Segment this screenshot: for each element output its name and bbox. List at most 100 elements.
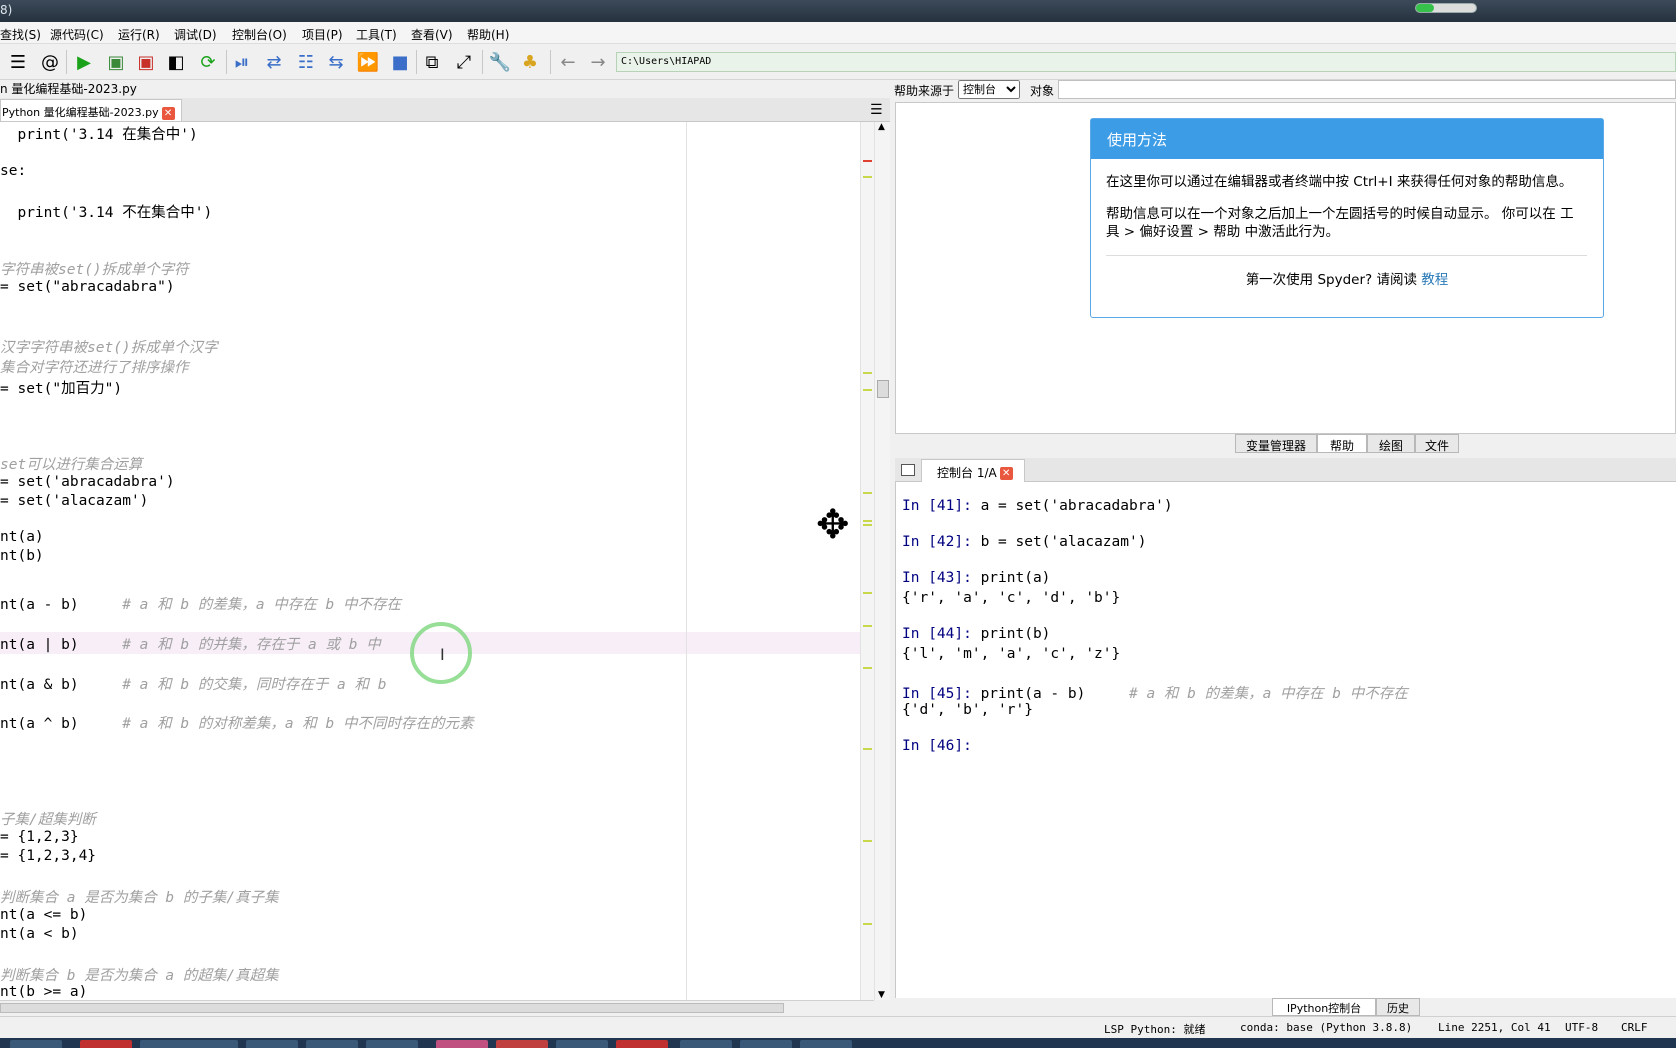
working-directory-input[interactable]: C:\Users\HIAPAD <box>616 52 1676 72</box>
tab-history[interactable]: 历史 <box>1376 998 1420 1016</box>
run-cell-advance-icon[interactable]: ▣ <box>134 50 158 74</box>
tab-help[interactable]: 帮助 <box>1317 434 1367 453</box>
python-path-icon[interactable]: ♣ <box>518 50 542 74</box>
maximize-pane-icon[interactable]: ⧉ <box>420 50 444 74</box>
debug-icon[interactable]: ⏯ <box>230 50 254 74</box>
menu-debug[interactable]: 调试(D) <box>174 26 217 43</box>
tab-variable-explorer[interactable]: 变量管理器 <box>1235 434 1317 453</box>
run-cell-icon[interactable]: ▣ <box>104 50 128 74</box>
editor-file-title: n 量化编程基础-2023.py <box>0 80 890 98</box>
loading-indicator <box>1415 3 1477 13</box>
console-tab[interactable]: 控制台 1/A ✕ <box>921 459 1025 482</box>
close-icon[interactable]: ✕ <box>161 106 175 120</box>
console-line: In [43]: print(a) <box>902 570 1051 586</box>
close-icon[interactable]: ✕ <box>999 467 1013 480</box>
console-options-icon[interactable] <box>901 464 915 476</box>
scroll-up-icon[interactable]: ▲ <box>878 122 885 132</box>
menu-help[interactable]: 帮助(H) <box>467 26 509 43</box>
editor-tab-label: Python 量化编程基础-2023.py <box>2 106 159 119</box>
console-output: {'r', 'a', 'c', 'd', 'b'} <box>902 590 1121 606</box>
code-line: 子集/超集判断 <box>0 812 96 828</box>
edge-line <box>686 122 687 1000</box>
code-line: set可以进行集合运算 <box>0 457 143 473</box>
help-object-label: 对象 <box>1030 84 1055 98</box>
console-line: In [42]: b = set('alacazam') <box>902 534 1147 550</box>
run-selection-icon[interactable]: ◧ <box>164 50 188 74</box>
step-icon[interactable]: ⇄ <box>262 50 286 74</box>
code-line: = {1,2,3} <box>0 829 79 845</box>
help-source-select[interactable]: 控制台 <box>958 80 1020 99</box>
menu-project[interactable]: 项目(P) <box>302 26 343 43</box>
continue-icon[interactable]: ⏩ <box>356 50 380 74</box>
at-icon[interactable]: @ <box>38 50 62 74</box>
usage-card: 使用方法 在这里你可以通过在编辑器或者终端中按 Ctrl+I 来获得任何对象的帮… <box>1090 118 1604 318</box>
code-line: 判断集合 a 是否为集合 b 的子集/真子集 <box>0 890 279 906</box>
code-line: nt(b) <box>0 548 44 564</box>
scroll-down-icon[interactable]: ▼ <box>878 990 885 1000</box>
tab-ipython-console[interactable]: IPython控制台 <box>1272 998 1376 1016</box>
back-icon[interactable]: ← <box>556 50 580 74</box>
stop-icon[interactable]: ■ <box>388 50 412 74</box>
options-menu-icon[interactable]: ☰ <box>870 102 883 118</box>
code-line: = set('alacazam') <box>0 493 149 509</box>
ipython-console[interactable]: In [41]: a = set('abracadabra') In [42]:… <box>895 482 1676 998</box>
menu-source[interactable]: 源代码(C) <box>50 26 104 43</box>
console-tab-label: 控制台 1/A <box>937 466 997 480</box>
menu-tools[interactable]: 工具(T) <box>356 26 397 43</box>
scroll-thumb[interactable] <box>0 1003 784 1013</box>
status-bar: LSP Python: 就绪 conda: base (Python 3.8.8… <box>0 1016 1676 1038</box>
rerun-icon[interactable]: ⟳ <box>196 50 220 74</box>
code-line: nt(a <= b) <box>0 907 88 923</box>
console-prompt[interactable]: In [46]: <box>902 738 981 754</box>
menu-view[interactable]: 查看(V) <box>411 26 453 43</box>
conda-env-status: conda: base (Python 3.8.8) <box>1240 1021 1413 1034</box>
code-line: print('3.14 在集合中') <box>0 127 198 143</box>
code-line: se: <box>0 163 27 179</box>
help-object-input[interactable] <box>1058 80 1676 99</box>
code-line: 判断集合 b 是否为集合 a 的超集/真超集 <box>0 968 279 984</box>
code-line: 字符串被set()拆成单个字符 <box>0 262 189 278</box>
list-icon[interactable]: ☰ <box>6 50 30 74</box>
preferences-icon[interactable]: 🔧 <box>488 50 512 74</box>
move-cursor-icon: ✥ <box>816 502 850 548</box>
console-line: In [41]: a = set('abracadabra') <box>902 498 1173 514</box>
scroll-thumb[interactable] <box>877 380 889 398</box>
editor-vertical-scrollbar[interactable]: ▲ ▼ <box>874 122 890 1000</box>
step-into-icon[interactable]: ☷ <box>294 50 318 74</box>
tab-files[interactable]: 文件 <box>1415 434 1459 453</box>
file-encoding: UTF-8 <box>1565 1021 1599 1034</box>
menu-run[interactable]: 运行(R) <box>118 26 160 43</box>
lsp-status: LSP Python: 就绪 <box>1104 1023 1206 1036</box>
os-taskbar <box>0 1038 1676 1048</box>
menu-bar: 查找(S) 源代码(C) 运行(R) 调试(D) 控制台(O) 项目(P) 工具… <box>0 22 1676 44</box>
forward-icon[interactable]: → <box>586 50 610 74</box>
code-line: = {1,2,3,4} <box>0 848 97 864</box>
menu-search[interactable]: 查找(S) <box>0 26 41 43</box>
code-line: = set("abracadabra") <box>0 279 175 295</box>
code-editor[interactable]: print('3.14 在集合中') se: print('3.14 不在集合中… <box>0 122 860 1000</box>
console-line: In [44]: print(b) <box>902 626 1051 642</box>
code-line: print('3.14 不在集合中') <box>0 205 213 221</box>
editor-horizontal-scrollbar[interactable] <box>0 1000 874 1014</box>
editor-tab[interactable]: Python 量化编程基础-2023.py ✕ <box>0 99 182 121</box>
toolbar: ☰ @ ▶ ▣ ▣ ◧ ⟳ ⏯ ⇄ ☷ ⇆ ⏩ ■ ⧉ ⤢ 🔧 ♣ ← → C:… <box>0 44 1676 80</box>
window-title: 8) <box>0 3 13 17</box>
tab-plots[interactable]: 绘图 <box>1367 434 1415 453</box>
tutorial-link[interactable]: 教程 <box>1421 272 1448 288</box>
code-line: 集合对字符还进行了排序操作 <box>0 360 189 376</box>
usage-card-title: 使用方法 <box>1091 119 1603 159</box>
code-line: nt(a | b) # a 和 b 的并集，存在于 a 或 b 中 <box>0 637 381 653</box>
step-return-icon[interactable]: ⇆ <box>324 50 348 74</box>
cursor-position: Line 2251, Col 41 <box>1438 1021 1551 1034</box>
help-source-label: 帮助来源于 <box>894 84 955 98</box>
code-line: nt(b >= a) <box>0 984 88 1000</box>
fullscreen-icon[interactable]: ⤢ <box>452 50 476 74</box>
menu-console[interactable]: 控制台(O) <box>232 26 287 43</box>
run-icon[interactable]: ▶ <box>72 50 96 74</box>
code-line: nt(a & b) # a 和 b 的交集，同时存在于 a 和 b <box>0 677 387 693</box>
usage-paragraph: 在这里你可以通过在编辑器或者终端中按 Ctrl+I 来获得任何对象的帮助信息。 <box>1106 174 1573 190</box>
line-ending: CRLF <box>1621 1021 1648 1034</box>
text-cursor-icon: I <box>440 645 445 664</box>
usage-footer: 第一次使用 Spyder? 请阅读 教程 <box>1245 272 1449 288</box>
console-output: {'l', 'm', 'a', 'c', 'z'} <box>902 646 1121 662</box>
